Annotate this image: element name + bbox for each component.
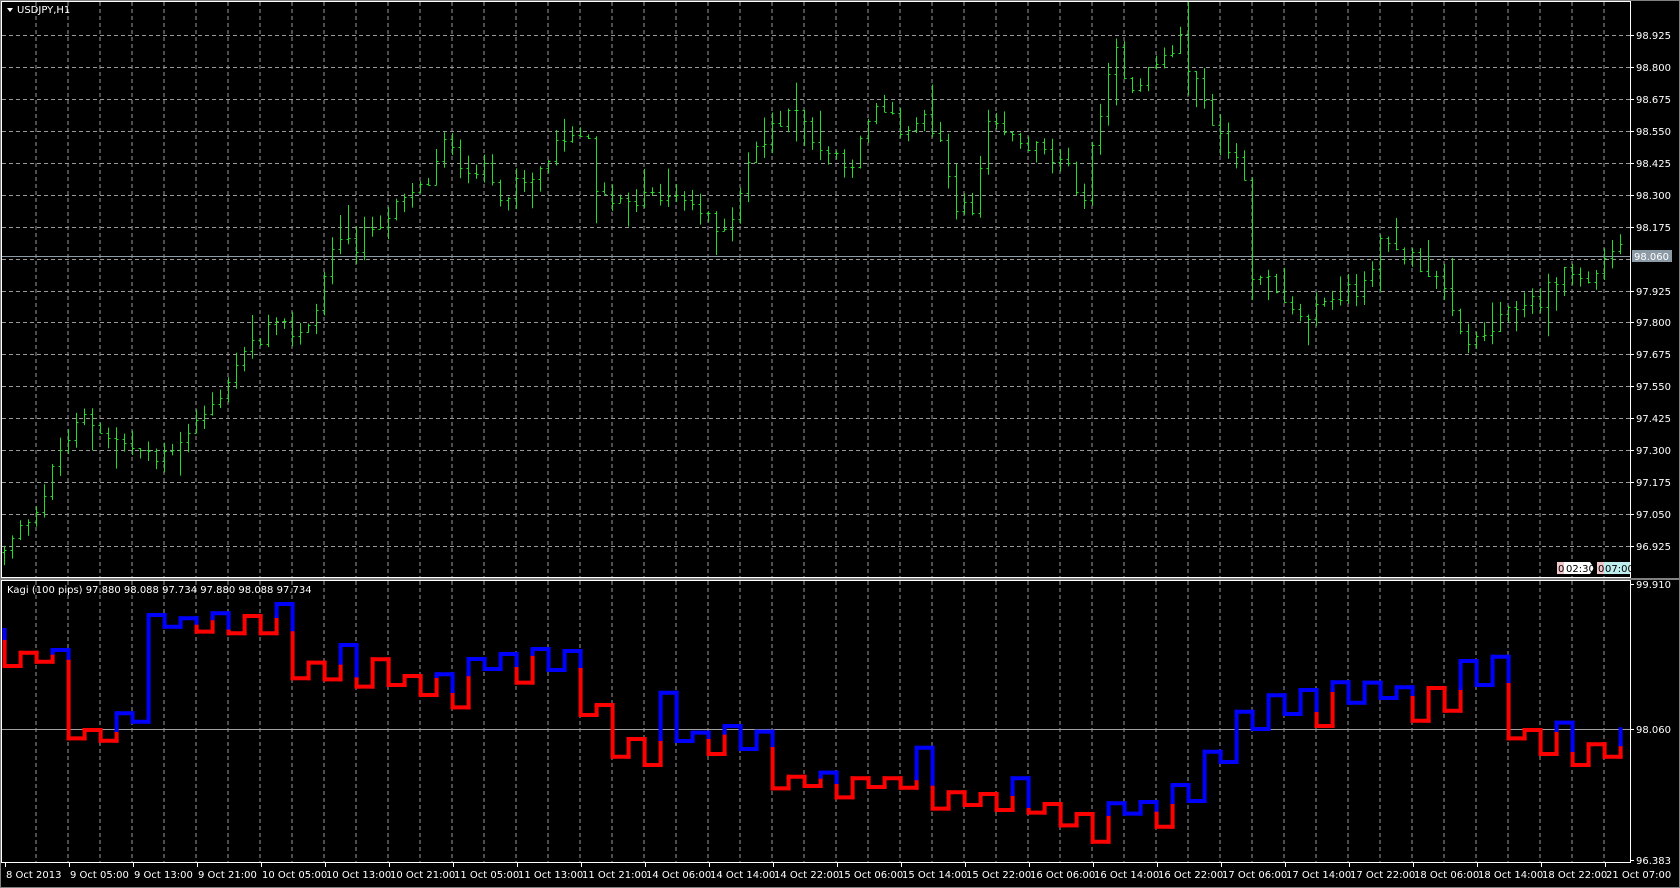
time-tick-label: 11 Oct 13:00 bbox=[518, 870, 583, 881]
price-tick-label: 98.675 bbox=[1636, 95, 1671, 106]
time-tick-label: 10 Oct 13:00 bbox=[326, 870, 391, 881]
timer-time: 07:00 bbox=[1605, 564, 1634, 575]
time-tick-label: 15 Oct 14:00 bbox=[902, 870, 967, 881]
indicator-tick-label: 98.060 bbox=[1636, 725, 1671, 736]
price-tick-label: 98.175 bbox=[1636, 223, 1671, 234]
price-tick-label: 97.425 bbox=[1636, 414, 1671, 425]
timer-time: 02:30 bbox=[1566, 564, 1595, 575]
price-tick-label: 98.550 bbox=[1636, 127, 1671, 138]
price-tick-label: 96.925 bbox=[1636, 542, 1671, 553]
time-tick-label: 9 Oct 13:00 bbox=[134, 870, 193, 881]
time-tick-label: 14 Oct 22:00 bbox=[774, 870, 839, 881]
price-tick-label: 97.925 bbox=[1636, 287, 1671, 298]
price-tick-label: 97.550 bbox=[1636, 382, 1671, 393]
time-tick-label: 16 Oct 06:00 bbox=[1030, 870, 1095, 881]
time-tick-label: 15 Oct 06:00 bbox=[838, 870, 903, 881]
time-tick-label: 18 Oct 06:00 bbox=[1414, 870, 1479, 881]
time-tick-label: 9 Oct 21:00 bbox=[198, 870, 257, 881]
time-tick-label: 17 Oct 22:00 bbox=[1350, 870, 1415, 881]
indicator-tick-label: 96.383 bbox=[1636, 856, 1671, 867]
time-tick-label: 8 Oct 2013 bbox=[6, 870, 61, 881]
price-tick-label: 97.675 bbox=[1636, 350, 1671, 361]
bar-timer-2: 0 07:00 bbox=[1597, 562, 1634, 575]
price-tick-label: 97.800 bbox=[1636, 318, 1671, 329]
time-tick-label: 10 Oct 21:00 bbox=[390, 870, 455, 881]
time-tick-label: 11 Oct 05:00 bbox=[454, 870, 519, 881]
current-price-label: 98.060 bbox=[1634, 252, 1669, 263]
bar-timer-1: 0 02:30 bbox=[1557, 562, 1595, 575]
time-tick-label: 10 Oct 05:00 bbox=[262, 870, 327, 881]
chart-window[interactable]: 98.925 98.800 98.675 98.550 98.425 98.300 98.1… bbox=[0, 0, 1680, 888]
time-tick-label: 18 Oct 14:00 bbox=[1478, 870, 1543, 881]
price-tick-label: 98.925 bbox=[1636, 31, 1671, 42]
timer-count: 0 bbox=[1558, 564, 1564, 575]
time-tick-label: 15 Oct 22:00 bbox=[966, 870, 1031, 881]
time-tick-label: 16 Oct 14:00 bbox=[1094, 870, 1159, 881]
time-tick-label: 14 Oct 06:00 bbox=[646, 870, 711, 881]
price-tick-label: 98.800 bbox=[1636, 63, 1671, 74]
timer-count: 0 bbox=[1598, 564, 1604, 575]
indicator-label: Kagi (100 pips) 97.880 98.088 97.734 97.… bbox=[7, 585, 312, 596]
indicator-tick-label: 99.910 bbox=[1636, 580, 1671, 591]
price-tick-label: 97.300 bbox=[1636, 446, 1671, 457]
price-tick-label: 97.050 bbox=[1636, 510, 1671, 521]
price-tick-label: 97.175 bbox=[1636, 478, 1671, 489]
chart-title: USDJPY,H1 bbox=[17, 5, 70, 16]
time-tick-label: 16 Oct 22:00 bbox=[1158, 870, 1223, 881]
time-tick-label: 17 Oct 06:00 bbox=[1222, 870, 1287, 881]
time-tick-label: 11 Oct 21:00 bbox=[582, 870, 647, 881]
time-tick-label: 17 Oct 14:00 bbox=[1286, 870, 1351, 881]
chart-background bbox=[0, 0, 1680, 888]
time-tick-label: 21 Oct 07:00 bbox=[1606, 870, 1671, 881]
price-tick-label: 98.300 bbox=[1636, 191, 1671, 202]
time-tick-label: 9 Oct 05:00 bbox=[70, 870, 129, 881]
time-tick-label: 18 Oct 22:00 bbox=[1542, 870, 1607, 881]
price-tick-label: 98.425 bbox=[1636, 159, 1671, 170]
time-tick-label: 14 Oct 14:00 bbox=[710, 870, 775, 881]
